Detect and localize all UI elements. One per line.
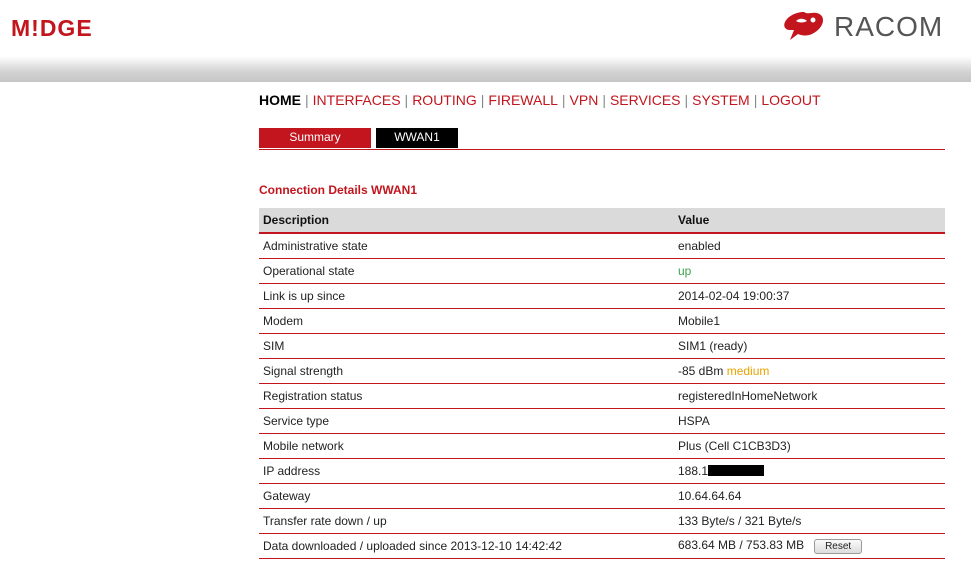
signal-strength-value: -85 dBm medium	[674, 358, 945, 384]
row-value: HSPA	[674, 408, 945, 434]
racom-wordmark: RACOM	[834, 11, 944, 42]
page-header: M!DGE RACOM	[0, 0, 971, 82]
nav-interfaces[interactable]: INTERFACES	[313, 92, 401, 108]
midge-logo: M!DGE	[11, 15, 93, 41]
signal-dbm: -85 dBm	[678, 364, 724, 378]
redaction-block	[708, 465, 765, 476]
status-up: up	[678, 264, 692, 278]
data-volume: 683.64 MB / 753.83 MB	[678, 538, 805, 553]
row-label: Gateway	[259, 483, 674, 509]
racom-logo-icon	[784, 12, 823, 40]
table-row: Service type HSPA	[259, 408, 945, 434]
racom-logo: RACOM	[782, 9, 968, 43]
table-header-row: Description Value	[259, 208, 945, 234]
table-row: Mobile network Plus (Cell C1CB3D3)	[259, 433, 945, 459]
row-value: Plus (Cell C1CB3D3)	[674, 433, 945, 459]
table-row: SIM SIM1 (ready)	[259, 333, 945, 359]
table-row: Registration status registeredInHomeNetw…	[259, 383, 945, 409]
table-row: Administrative state enabled	[259, 233, 945, 259]
nav-separator: |	[404, 92, 409, 108]
row-value: registeredInHomeNetwork	[674, 383, 945, 409]
nav-home[interactable]: HOME	[259, 92, 301, 108]
tab-summary[interactable]: Summary	[259, 128, 371, 148]
nav-system[interactable]: SYSTEM	[692, 92, 750, 108]
row-label: Data downloaded / uploaded since 2013-12…	[259, 533, 674, 559]
tab-wwan1[interactable]: WWAN1	[376, 128, 458, 148]
table-row: Data downloaded / uploaded since 2013-12…	[259, 533, 945, 559]
row-label: IP address	[259, 458, 674, 484]
table-row: Operational state up	[259, 258, 945, 284]
nav-separator: |	[480, 92, 485, 108]
row-label: Registration status	[259, 383, 674, 409]
operational-state-value: up	[674, 258, 945, 284]
table-row: Gateway 10.64.64.64	[259, 483, 945, 509]
row-label: Transfer rate down / up	[259, 508, 674, 534]
nav-logout[interactable]: LOGOUT	[761, 92, 820, 108]
reset-button[interactable]: Reset	[814, 538, 863, 554]
sub-tabs: Summary WWAN1	[259, 128, 945, 150]
data-volume-value: 683.64 MB / 753.83 MB Reset	[674, 533, 945, 559]
signal-quality: medium	[726, 364, 770, 378]
row-label: Administrative state	[259, 233, 674, 259]
table-row: Modem Mobile1	[259, 308, 945, 334]
nav-separator: |	[684, 92, 689, 108]
row-value: 2014-02-04 19:00:37	[674, 283, 945, 309]
row-label: Signal strength	[259, 358, 674, 384]
row-value: enabled	[674, 233, 945, 259]
row-label: Operational state	[259, 258, 674, 284]
nav-firewall[interactable]: FIREWALL	[488, 92, 558, 108]
main-nav: HOME | INTERFACES | ROUTING | FIREWALL | VPN | SER…	[259, 92, 821, 108]
row-value: 133 Byte/s / 321 Byte/s	[674, 508, 945, 534]
column-header-value: Value	[674, 208, 945, 234]
row-label: Modem	[259, 308, 674, 334]
nav-vpn[interactable]: VPN	[570, 92, 599, 108]
table-row: IP address 188.1	[259, 458, 945, 484]
row-value: Mobile1	[674, 308, 945, 334]
nav-separator: |	[602, 92, 606, 108]
connection-details-table: Description Value Administrative state e…	[259, 208, 945, 559]
row-value: 10.64.64.64	[674, 483, 945, 509]
row-label: Mobile network	[259, 433, 674, 459]
row-label: SIM	[259, 333, 674, 359]
column-header-description: Description	[259, 208, 674, 234]
nav-routing[interactable]: ROUTING	[412, 92, 477, 108]
ip-address-value: 188.1	[674, 458, 945, 484]
table-row: Transfer rate down / up 133 Byte/s / 321…	[259, 508, 945, 534]
ip-prefix: 188.1	[678, 464, 709, 478]
section-title: Connection Details WWAN1	[259, 183, 418, 197]
table-row: Link is up since 2014-02-04 19:00:37	[259, 283, 945, 309]
nav-separator: |	[753, 92, 758, 108]
nav-separator: |	[561, 92, 566, 108]
row-value: SIM1 (ready)	[674, 333, 945, 359]
nav-separator: |	[305, 92, 309, 108]
row-label: Link is up since	[259, 283, 674, 309]
table-row: Signal strength -85 dBm medium	[259, 358, 945, 384]
row-label: Service type	[259, 408, 674, 434]
nav-services[interactable]: SERVICES	[610, 92, 681, 108]
